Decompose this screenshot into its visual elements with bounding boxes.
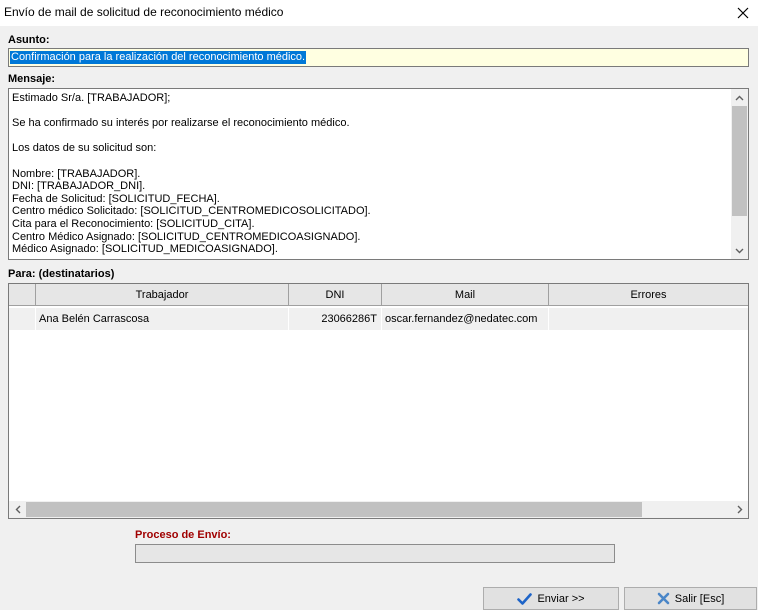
cell-trabajador[interactable]: Ana Belén Carrascosa — [36, 308, 289, 330]
send-button-label: Enviar >> — [537, 592, 585, 605]
column-header-dni[interactable]: DNI — [289, 284, 382, 306]
send-progress-bar — [135, 544, 615, 563]
close-x-icon — [657, 592, 670, 605]
recipients-grid[interactable]: Trabajador DNI Mail Errores Ana Belén Ca… — [8, 283, 749, 519]
message-scrollbar[interactable] — [731, 89, 748, 259]
subject-value: Confirmación para la realización del rec… — [10, 51, 307, 64]
chevron-down-icon — [735, 248, 744, 253]
close-button[interactable] — [728, 0, 758, 26]
grid-header: Trabajador DNI Mail Errores — [9, 284, 748, 306]
chevron-left-icon — [15, 505, 20, 514]
cell-dni[interactable]: 23066286T — [289, 308, 382, 330]
row-indicator-header — [9, 284, 36, 306]
table-row[interactable]: Ana Belén Carrascosa 23066286T oscar.fer… — [9, 308, 748, 330]
close-icon — [737, 7, 749, 19]
title-bar: Envío de mail de solicitud de reconocimi… — [0, 0, 758, 26]
grid-horizontal-scrollbar[interactable] — [9, 501, 748, 518]
process-label: Proceso de Envío: — [135, 529, 231, 541]
cell-mail[interactable]: oscar.fernandez@nedatec.com — [382, 308, 549, 330]
column-header-trabajador[interactable]: Trabajador — [36, 284, 289, 306]
column-header-mail[interactable]: Mail — [382, 284, 549, 306]
scroll-up-button[interactable] — [731, 89, 748, 106]
message-textarea[interactable]: Estimado Sr/a. [TRABAJADOR]; Se ha confi… — [8, 88, 749, 260]
checkmark-icon — [517, 592, 533, 605]
send-button[interactable]: Enviar >> — [483, 587, 619, 610]
exit-button-label: Salir [Esc] — [674, 592, 725, 605]
subject-label: Asunto: — [8, 34, 50, 46]
window-title: Envío de mail de solicitud de reconocimi… — [4, 5, 284, 19]
row-indicator[interactable] — [9, 308, 36, 330]
message-label: Mensaje: — [8, 73, 56, 85]
subject-input[interactable]: Confirmación para la realización del rec… — [8, 48, 749, 67]
scroll-down-button[interactable] — [731, 242, 748, 259]
exit-button[interactable]: Salir [Esc] — [624, 587, 757, 610]
chevron-right-icon — [737, 505, 742, 514]
scroll-right-button[interactable] — [731, 501, 748, 518]
message-body: Estimado Sr/a. [TRABAJADOR]; Se ha confi… — [12, 92, 371, 256]
column-header-errores[interactable]: Errores — [549, 284, 748, 306]
scroll-thumb[interactable] — [26, 502, 642, 517]
recipients-label: Para: (destinatarios) — [8, 268, 115, 280]
scroll-left-button[interactable] — [9, 501, 26, 518]
cell-errores[interactable] — [549, 308, 748, 330]
chevron-up-icon — [735, 95, 744, 100]
scroll-thumb[interactable] — [732, 106, 747, 216]
